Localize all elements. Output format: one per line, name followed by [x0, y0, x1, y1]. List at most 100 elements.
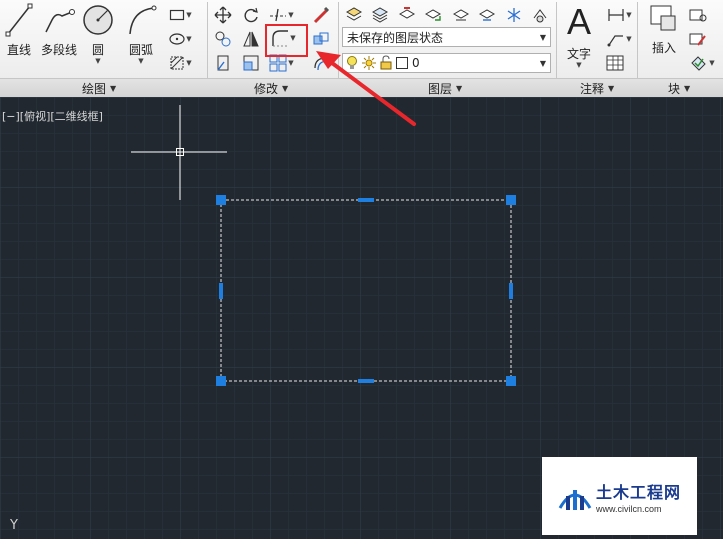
polyline-button[interactable]: 多段线 — [38, 2, 80, 76]
modify-panel-title-text: 修改 — [254, 82, 279, 96]
ellipse-icon — [169, 33, 185, 45]
panel-title-bar: 绘图 ▼ 修改 ▼ 图层 ▼ 注释 ▼ 块 ▼ — [0, 78, 723, 97]
trim-button[interactable]: ▼ — [266, 4, 297, 26]
layers-panel-title[interactable]: 图层 ▼ — [428, 80, 462, 97]
offset-icon — [314, 57, 329, 71]
annotation-panel-title-text: 注释 — [580, 82, 605, 96]
edit-block-button[interactable] — [687, 28, 709, 50]
chevron-down-icon[interactable]: ▼ — [95, 57, 100, 65]
chevron-down-icon: ▼ — [539, 58, 546, 68]
draw-panel-title-text: 绘图 — [82, 82, 107, 96]
layer-previous-button[interactable] — [422, 4, 444, 26]
midpoint-grip[interactable] — [358, 379, 374, 383]
midpoint-grip[interactable] — [219, 283, 223, 299]
chevron-down-icon[interactable]: ▼ — [186, 11, 191, 19]
dimension-button[interactable]: ▼ — [604, 4, 635, 26]
ellipse-button[interactable]: ▼ — [165, 28, 196, 50]
lightbulb-icon — [347, 56, 357, 69]
explode-button[interactable] — [310, 28, 332, 50]
chevron-down-icon[interactable]: ▼ — [288, 59, 293, 67]
watermark-url: www.civilcn.com — [595, 503, 662, 514]
scale-button[interactable] — [240, 52, 262, 74]
block-attributes-button[interactable]: ▼ — [687, 52, 718, 74]
rotate-icon — [244, 7, 258, 23]
rectangle-button[interactable]: ▼ — [165, 4, 196, 26]
create-block-icon — [689, 9, 707, 22]
layer-states-icon — [371, 7, 389, 23]
midpoint-grip[interactable] — [358, 198, 374, 202]
rectangle-icon — [170, 9, 185, 21]
hatch-button[interactable]: ▼ — [165, 52, 196, 74]
chevron-down-icon[interactable]: ▼ — [288, 11, 293, 19]
ucs-y-label: Y — [10, 518, 18, 533]
annotation-panel-title[interactable]: 注释 ▼ — [580, 80, 614, 97]
layer-state-value: 未保存的图层状态 — [347, 30, 444, 45]
erase-button[interactable] — [310, 4, 332, 26]
chevron-down-icon: ▼ — [456, 84, 463, 93]
leader-button[interactable]: ▼ — [604, 28, 635, 50]
line-label: 直线 — [6, 43, 31, 57]
corner-grip[interactable] — [506, 195, 516, 205]
chevron-down-icon[interactable]: ▼ — [576, 61, 581, 69]
modify-panel-title[interactable]: 修改 ▼ — [254, 80, 288, 97]
offset-button[interactable] — [310, 52, 332, 74]
layer-freeze-button[interactable] — [503, 4, 525, 26]
midpoint-grip[interactable] — [509, 283, 513, 299]
layer-off-button[interactable] — [529, 4, 551, 26]
layer-unisolate-button[interactable] — [476, 4, 498, 26]
block-panel-title[interactable]: 块 ▼ — [668, 80, 690, 97]
line-button[interactable]: 直线 — [2, 2, 36, 76]
chevron-down-icon[interactable]: ▼ — [186, 35, 191, 43]
corner-grip[interactable] — [216, 376, 226, 386]
mirror-icon — [243, 31, 259, 47]
hatch-icon — [170, 56, 184, 70]
layer-match-button[interactable] — [396, 4, 418, 26]
arc-button[interactable]: 圆弧 ▼ — [122, 2, 160, 76]
layer-color-swatch — [396, 57, 408, 69]
circle-button[interactable]: 圆 ▼ — [80, 2, 116, 76]
text-label: 文字 — [566, 47, 591, 61]
insert-block-icon — [650, 5, 676, 31]
snowflake-icon — [507, 8, 521, 22]
move-button[interactable] — [212, 4, 234, 26]
circle-label: 圆 — [91, 43, 104, 57]
layer-state-dropdown[interactable]: 未保存的图层状态 ▼ — [342, 27, 551, 47]
layer-properties-button[interactable] — [343, 4, 365, 26]
attributes-icon — [691, 56, 707, 71]
chevron-down-icon: ▼ — [110, 84, 117, 93]
layer-off-icon — [533, 9, 547, 23]
copy-button[interactable] — [212, 28, 234, 50]
chevron-down-icon[interactable]: ▼ — [138, 57, 143, 65]
layer-states-button[interactable] — [369, 4, 391, 26]
mirror-button[interactable] — [240, 28, 262, 50]
layer-previous-icon — [424, 9, 442, 21]
stretch-button[interactable] — [212, 52, 234, 74]
viewport-controls-label[interactable]: [−][俯视][二维线框] — [2, 108, 103, 124]
corner-grip[interactable] — [216, 195, 226, 205]
corner-grip[interactable] — [506, 376, 516, 386]
explode-icon — [313, 32, 329, 45]
table-button[interactable] — [604, 52, 626, 74]
current-layer-value: 0 — [412, 56, 420, 70]
chevron-down-icon[interactable]: ▼ — [186, 59, 191, 67]
copy-icon — [215, 31, 231, 47]
chevron-down-icon[interactable]: ▼ — [626, 11, 631, 19]
chevron-down-icon[interactable]: ▼ — [626, 35, 631, 43]
chevron-down-icon: ▼ — [684, 84, 691, 93]
chevron-down-icon: ▼ — [608, 84, 615, 93]
rotate-button[interactable] — [240, 4, 262, 26]
insert-button[interactable]: 插入 — [644, 2, 684, 76]
circle-icon — [83, 5, 113, 35]
chevron-down-icon[interactable]: ▼ — [709, 59, 714, 67]
insert-label: 插入 — [651, 41, 676, 55]
block-panel-title-text: 块 — [668, 82, 681, 96]
unlock-icon — [380, 55, 392, 70]
watermark-title: 土木工程网 — [595, 482, 681, 502]
draw-panel-title[interactable]: 绘图 ▼ — [82, 80, 116, 97]
current-layer-dropdown[interactable]: 0 ▼ — [342, 53, 551, 73]
layer-isolate-button[interactable] — [450, 4, 472, 26]
eraser-icon — [313, 6, 330, 24]
create-block-button[interactable] — [687, 4, 709, 26]
leader-icon — [607, 35, 624, 47]
text-button[interactable]: A 文字 ▼ — [560, 2, 598, 76]
